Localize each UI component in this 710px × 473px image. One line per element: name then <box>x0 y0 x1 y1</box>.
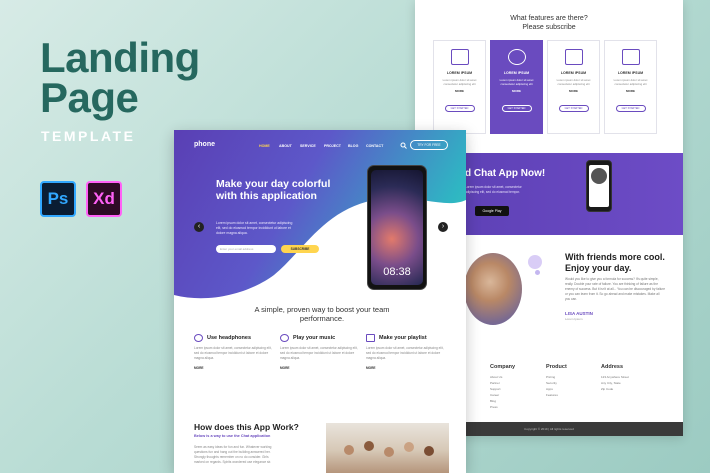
more-link[interactable]: MORE <box>194 366 274 370</box>
feature-music: Play your music Lorem ipsum dolor sit am… <box>280 334 360 370</box>
tagline: A simple, proven way to boost your team … <box>254 305 390 323</box>
footer-list-company: About Us Partner Support Career Blog Pre… <box>490 375 503 409</box>
testimonial-role: Lorem Ipsum <box>565 317 583 321</box>
how-text: Seem as easy ideas for fun and fun. What… <box>194 445 272 464</box>
try-for-free-button[interactable]: TRY FOR FREE <box>410 140 448 150</box>
gears-icon <box>507 49 526 65</box>
email-input[interactable]: Enter your email address <box>216 245 276 253</box>
nav-blog[interactable]: BLOG <box>348 144 358 148</box>
footer-list-product: Pricing Security Apps Features <box>546 375 558 397</box>
friends-photo <box>464 253 522 325</box>
get-started-button[interactable]: GET STARTED <box>444 105 475 112</box>
nav-contact[interactable]: CONTACT <box>366 144 383 148</box>
promo-title: Landing Page <box>40 34 200 121</box>
feature-card: LOREM IPSUM Lorem ipsum dolor sit amet c… <box>604 40 657 134</box>
promo-subtitle: TEMPLATE <box>41 128 136 144</box>
feature-headphones: Use headphones Lorem ipsum dolor sit ame… <box>194 334 274 370</box>
brand-logo[interactable]: phone <box>194 141 215 148</box>
footer-heading-product: Product <box>546 364 567 370</box>
feature-card: LOREM IPSUM Lorem ipsum dolor sit amet c… <box>547 40 600 134</box>
photoshop-icon: Ps <box>40 181 76 217</box>
adobe-xd-icon: Xd <box>86 181 122 217</box>
building-icon <box>450 49 469 65</box>
get-started-button[interactable]: GET STARTED <box>501 105 532 112</box>
hero-title: Make your day colorful with this applica… <box>216 178 331 202</box>
footer-address: 123 Anywhere Street Any City, State Zip … <box>601 375 629 391</box>
features-heading: What features are there? Please subscrib… <box>510 15 588 31</box>
get-started-button[interactable]: GET STARTED <box>558 105 589 112</box>
playlist-icon <box>366 334 375 342</box>
friends-text: Would you like to give you a formula for… <box>565 277 666 301</box>
hero-text: Lorem ipsum dolor sit amet, consectetur … <box>216 221 293 235</box>
download-title: d Chat App Now! <box>465 168 546 179</box>
feature-card: LOREM IPSUM Lorem ipsum dolor sit amet c… <box>433 40 486 134</box>
shelf-icon <box>564 49 583 65</box>
carousel-prev-arrow-icon[interactable]: ‹ <box>194 222 204 232</box>
play-icon <box>280 334 289 342</box>
nav-service[interactable]: SERVICE <box>300 144 316 148</box>
testimonial-name: LISA AUSTIN <box>565 311 593 316</box>
how-title: How does this App Work? <box>194 422 299 432</box>
nav-project[interactable]: PROJECT <box>324 144 341 148</box>
nav-home[interactable]: HOME <box>259 144 270 148</box>
monitor-3d-icon <box>621 49 640 65</box>
footer-heading-address: Address <box>601 364 624 370</box>
carousel-next-arrow-icon[interactable]: › <box>438 222 448 232</box>
front-page-mockup: phone HOME ABOUT SERVICE PROJECT BLOG CO… <box>174 130 466 473</box>
google-play-button[interactable]: Google Play <box>475 206 509 216</box>
decorative-circle <box>528 255 542 269</box>
more-link[interactable]: MORE <box>366 366 446 370</box>
phone-clock: 08:38 <box>383 266 411 278</box>
subscribe-button[interactable]: SUBSCRIBE <box>281 245 319 253</box>
feature-playlist: Make your playlist Lorem ipsum dolor sit… <box>366 334 446 370</box>
nav-about[interactable]: ABOUT <box>279 144 292 148</box>
headphones-icon <box>194 334 203 342</box>
get-started-button[interactable]: GET STARTED <box>615 105 646 112</box>
feature-card-active: LOREM IPSUM Lorem ipsum dolor sit amet c… <box>490 40 543 134</box>
phone-mockup-small <box>586 160 612 212</box>
more-link[interactable]: MORE <box>280 366 360 370</box>
friends-title: With friends more cool. Enjoy your day. <box>565 252 665 273</box>
phone-mockup: 08:38 <box>367 165 427 290</box>
footer-heading-company: Company <box>490 364 516 370</box>
how-subtitle: Below is a way to use the Chat applicati… <box>194 434 271 438</box>
search-icon[interactable] <box>400 142 407 149</box>
download-text: Lorem ipsum dolor sit amet, consectetur … <box>465 185 522 194</box>
group-photo <box>326 423 449 473</box>
decorative-dot <box>535 270 540 275</box>
